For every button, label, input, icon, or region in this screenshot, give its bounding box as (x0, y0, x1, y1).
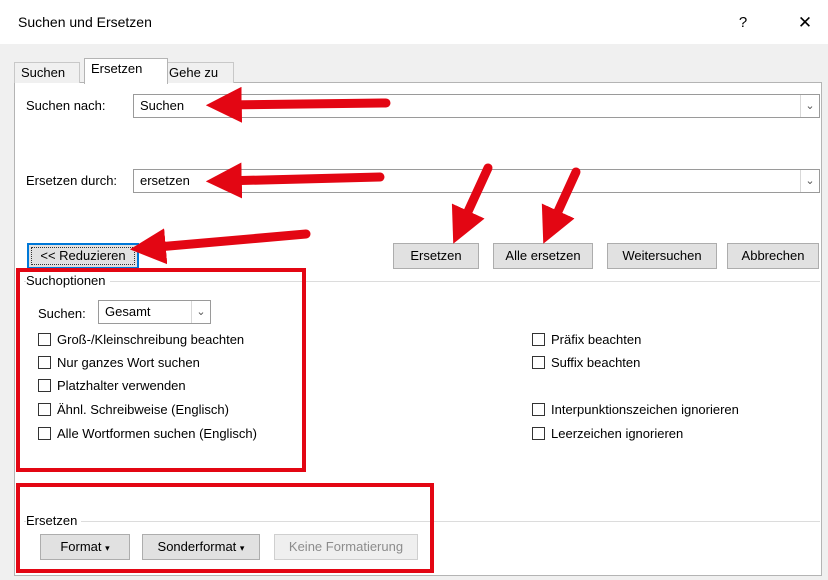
chevron-down-icon[interactable]: ⌄ (800, 95, 819, 117)
replace-all-button[interactable]: Alle ersetzen (493, 243, 593, 269)
find-next-button[interactable]: Weitersuchen (607, 243, 717, 269)
checkbox[interactable] (532, 402, 545, 416)
option-label: Suffix beachten (551, 354, 641, 370)
replace-value: ersetzen (140, 173, 190, 188)
search-value: Suchen (140, 98, 185, 113)
tab-label: Ersetzen (91, 61, 143, 76)
checkbox[interactable] (532, 426, 545, 440)
help-button[interactable]: ? (728, 10, 758, 36)
replace-label: Ersetzen durch: (26, 173, 118, 188)
replace-input[interactable]: ersetzen ⌄ (133, 169, 820, 193)
option-label: Präfix beachten (551, 331, 642, 347)
tab-ersetzen[interactable]: Ersetzen (84, 58, 168, 84)
search-input[interactable]: Suchen ⌄ (133, 94, 820, 118)
chevron-down-icon[interactable]: ⌄ (800, 170, 819, 192)
option-label: Interpunktionszeichen ignorieren (551, 401, 739, 417)
reduce-button[interactable]: << Reduzieren (27, 243, 139, 269)
annotation-rectangle-search-options (16, 268, 306, 472)
option-label: Leerzeichen ignorieren (551, 425, 684, 441)
checkbox[interactable] (532, 355, 545, 369)
focus-rect (31, 247, 135, 265)
option-ignore-punctuation[interactable]: Interpunktionszeichen ignorieren (532, 399, 739, 419)
tab-label: Suchen (21, 65, 66, 80)
annotation-rectangle-replace-section (16, 483, 434, 573)
option-suffix[interactable]: Suffix beachten (532, 352, 640, 372)
search-label: Suchen nach: (26, 98, 106, 113)
tab-gehe-zu[interactable]: Gehe zu (162, 62, 234, 83)
close-button[interactable]: ✕ (790, 10, 820, 36)
replace-button[interactable]: Ersetzen (393, 243, 479, 269)
window-title: Suchen und Ersetzen (18, 14, 152, 30)
checkbox[interactable] (532, 332, 545, 346)
tab-suchen[interactable]: Suchen (14, 62, 80, 83)
cancel-button[interactable]: Abbrechen (727, 243, 819, 269)
option-ignore-whitespace[interactable]: Leerzeichen ignorieren (532, 423, 683, 443)
option-prefix[interactable]: Präfix beachten (532, 329, 641, 349)
tab-label: Gehe zu (169, 65, 219, 80)
